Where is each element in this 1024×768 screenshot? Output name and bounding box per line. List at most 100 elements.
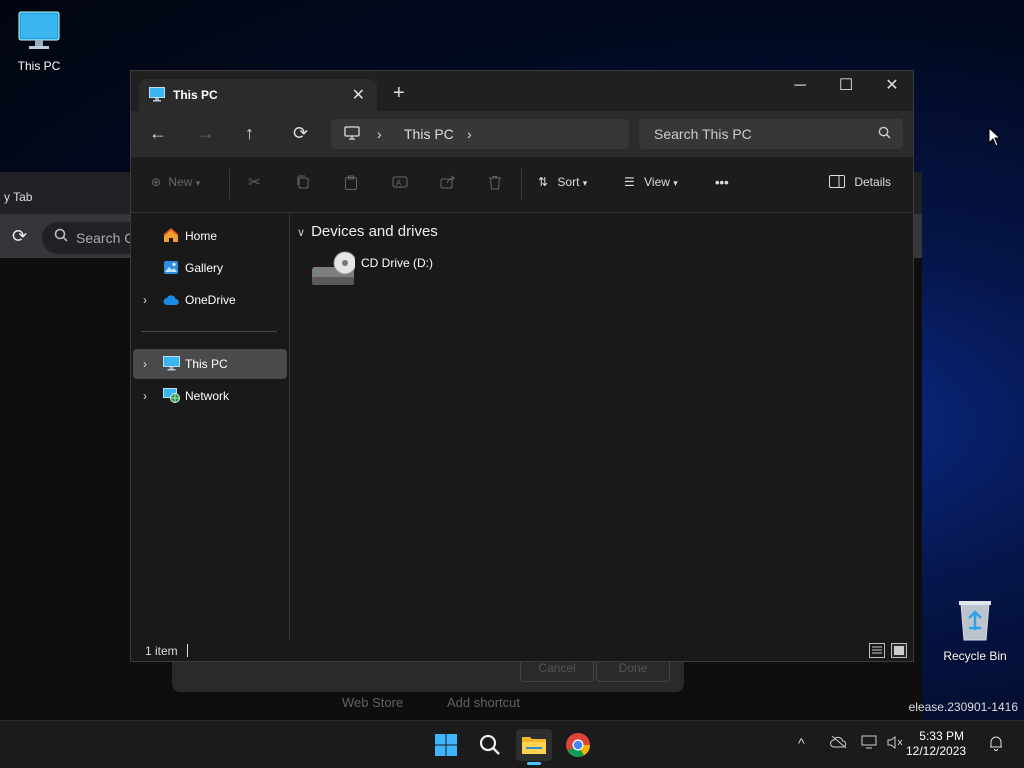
recycle-bin-icon xyxy=(940,598,1010,645)
details-view-icon[interactable] xyxy=(869,643,885,658)
group-header-devices-and-drives[interactable]: ∨ Devices and drives xyxy=(297,223,438,240)
active-indicator xyxy=(527,762,541,765)
browser-tab-label[interactable]: y Tab xyxy=(4,190,32,204)
file-explorer-window: This PC ✕ + ─ ☐ ✕ ← → ↑ ⟳ › This PC › Se… xyxy=(130,70,914,662)
mouse-pointer-icon xyxy=(988,126,1002,152)
web-store-link[interactable]: Web Store xyxy=(342,695,403,710)
volume-icon[interactable] xyxy=(886,735,904,753)
cloud-icon xyxy=(163,292,180,309)
sort-icon: ⇅ xyxy=(538,175,549,189)
add-circle-icon: ⊕ xyxy=(151,175,162,189)
share-icon[interactable] xyxy=(440,175,456,192)
monitor-icon xyxy=(4,10,74,55)
tab-this-pc[interactable]: This PC ✕ xyxy=(139,79,377,111)
sidebar-item-label: Gallery xyxy=(185,261,224,275)
chevron-down-icon: ▾ xyxy=(582,178,588,188)
up-button[interactable]: ↑ xyxy=(245,123,254,144)
cut-icon[interactable]: ✂ xyxy=(248,173,261,191)
maximize-button[interactable]: ☐ xyxy=(823,71,869,103)
sidebar-item-network[interactable]: › Network xyxy=(133,381,287,411)
desktop-icon-label: Recycle Bin xyxy=(943,649,1007,663)
onedrive-icon[interactable] xyxy=(830,735,848,752)
copy-icon[interactable] xyxy=(296,175,310,192)
sort-button[interactable]: ⇅ Sort ▾ xyxy=(538,175,587,189)
notification-icon[interactable] xyxy=(988,735,1004,754)
delete-icon[interactable] xyxy=(488,175,502,193)
search-input[interactable]: Search This PC xyxy=(639,119,903,149)
view-label: View xyxy=(644,175,670,189)
desktop-icon-this-pc[interactable]: This PC xyxy=(4,10,74,73)
close-button[interactable]: ✕ xyxy=(869,71,915,103)
close-tab-icon[interactable]: ✕ xyxy=(352,85,365,105)
sidebar-item-label: OneDrive xyxy=(185,293,236,307)
start-icon[interactable] xyxy=(428,729,464,761)
title-bar[interactable]: This PC ✕ + ─ ☐ ✕ xyxy=(131,71,913,111)
chrome-icon[interactable] xyxy=(560,729,596,761)
file-list: ∨ Devices and drives CD Drive (D:) xyxy=(291,213,913,641)
drive-label: CD Drive (D:) xyxy=(361,256,433,270)
breadcrumb-chevron-icon[interactable]: › xyxy=(377,126,382,142)
chevron-down-icon: ▾ xyxy=(195,178,201,188)
rename-icon[interactable]: A xyxy=(392,175,408,192)
clock-date: 12/12/2023 xyxy=(906,744,967,758)
refresh-button[interactable]: ⟳ xyxy=(293,123,308,144)
new-tab-button[interactable]: + xyxy=(393,83,405,103)
status-bar: 1 item xyxy=(131,641,913,663)
address-bar[interactable]: › This PC › xyxy=(331,119,629,149)
gallery-icon xyxy=(163,260,179,278)
navigation-bar: ← → ↑ ⟳ › This PC › Search This PC xyxy=(131,111,913,157)
sidebar-item-label: Home xyxy=(185,229,218,243)
paste-icon[interactable] xyxy=(344,175,358,194)
sort-label: Sort xyxy=(557,175,580,189)
search-icon[interactable] xyxy=(472,729,508,761)
status-divider xyxy=(187,644,188,657)
reload-icon[interactable]: ⟳ xyxy=(12,226,27,247)
forward-button[interactable]: → xyxy=(197,123,215,144)
sidebar-item-onedrive[interactable]: › OneDrive xyxy=(133,285,287,315)
breadcrumb-this-pc[interactable]: This PC xyxy=(404,126,454,142)
sidebar-item-this-pc[interactable]: › This PC xyxy=(133,349,287,379)
taskbar: ^ 5:33 PM 12/12/2023 xyxy=(0,720,1024,768)
group-title: Devices and drives xyxy=(311,223,438,240)
back-button[interactable]: ← xyxy=(149,123,167,144)
sidebar-item-gallery[interactable]: Gallery xyxy=(133,253,287,283)
search-icon xyxy=(54,228,68,245)
view-button[interactable]: ☰ View ▾ xyxy=(624,175,678,189)
minimize-button[interactable]: ─ xyxy=(777,71,823,103)
monitor-icon xyxy=(163,356,180,374)
cd-drive-icon xyxy=(311,251,357,292)
breadcrumb-chevron-icon[interactable]: › xyxy=(467,126,472,142)
new-label: New xyxy=(168,175,193,189)
desktop-icon-recycle-bin[interactable]: Recycle Bin xyxy=(940,598,1010,663)
home-icon xyxy=(163,228,179,246)
network-icon xyxy=(163,388,180,406)
navigation-pane: Home Gallery › OneDrive › This PC › Netw… xyxy=(131,213,290,641)
large-icons-view-icon[interactable] xyxy=(891,643,907,658)
monitor-icon xyxy=(149,87,165,107)
monitor-icon xyxy=(344,126,360,144)
command-bar: ⊕ New ▾ ✂ A ⇅ Sort ▾ ☰ View ▾ ••• Detail… xyxy=(131,157,913,213)
new-button[interactable]: ⊕ New ▾ xyxy=(151,175,200,189)
browser-search-placeholder: Search G xyxy=(76,230,136,246)
divider xyxy=(229,169,230,199)
more-options-icon[interactable]: ••• xyxy=(715,175,729,190)
add-shortcut-link[interactable]: Add shortcut xyxy=(447,695,520,710)
chevron-down-icon: ▾ xyxy=(673,178,678,188)
svg-text:A: A xyxy=(396,179,402,188)
chevron-right-icon[interactable]: › xyxy=(143,293,147,307)
sidebar-item-label: Network xyxy=(185,389,230,403)
drive-item-cd[interactable]: CD Drive (D:) xyxy=(311,251,491,293)
item-count: 1 item xyxy=(145,644,178,658)
sidebar-item-home[interactable]: Home xyxy=(133,221,287,251)
file-explorer-icon[interactable] xyxy=(516,729,552,765)
build-watermark: elease.230901-1416 xyxy=(908,700,1018,714)
chevron-right-icon[interactable]: › xyxy=(143,389,147,403)
system-clock[interactable]: 5:33 PM 12/12/2023 xyxy=(906,729,967,759)
details-button[interactable]: Details xyxy=(829,175,891,189)
details-pane-icon xyxy=(829,175,848,189)
network-icon[interactable] xyxy=(861,735,879,753)
tab-title: This PC xyxy=(173,88,218,102)
view-icon: ☰ xyxy=(624,175,635,189)
chevron-right-icon[interactable]: › xyxy=(143,357,147,371)
chevron-up-icon[interactable]: ^ xyxy=(798,735,805,751)
